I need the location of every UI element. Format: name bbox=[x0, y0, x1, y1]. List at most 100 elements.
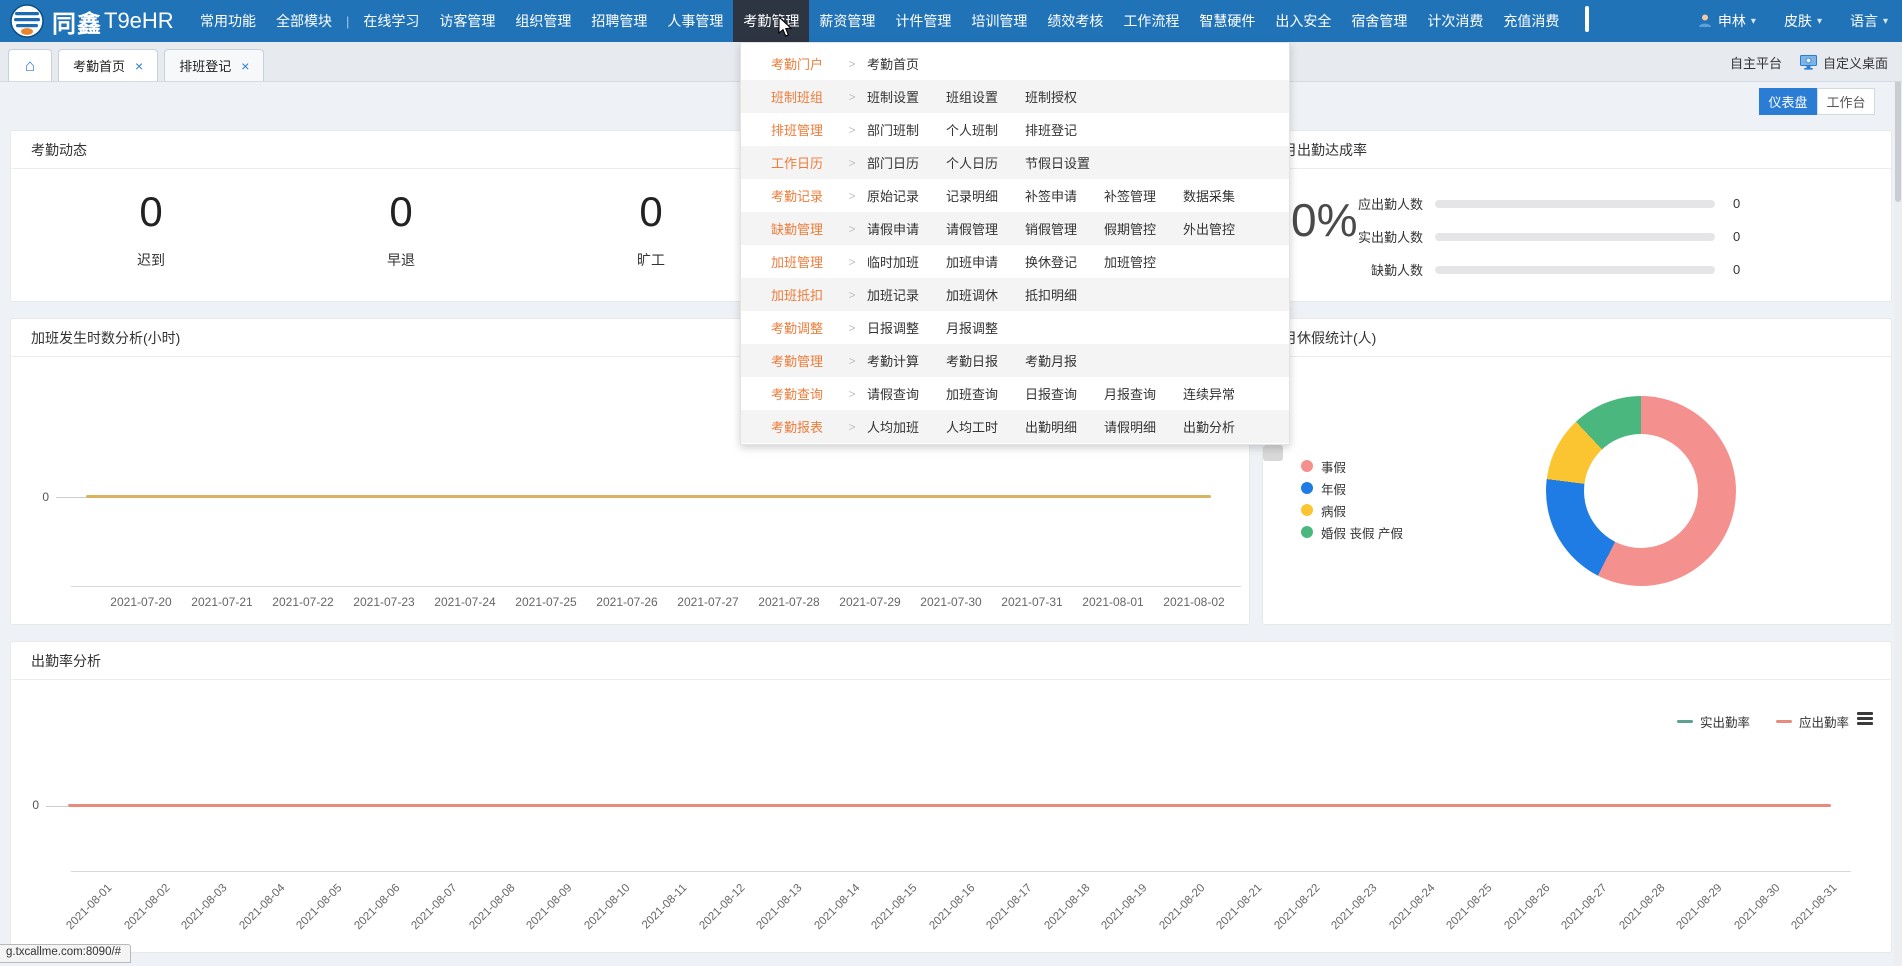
menu-item-请假管理[interactable]: 请假管理 bbox=[946, 219, 1025, 238]
required-rate-line-series[interactable] bbox=[68, 804, 1831, 807]
rate-value: 0 bbox=[1733, 229, 1740, 244]
legend-item-应出勤率[interactable]: 应出勤率 bbox=[1776, 712, 1849, 731]
nav-item-宿舍管理[interactable]: 宿舍管理 bbox=[1341, 0, 1417, 42]
menu-item-部门班制[interactable]: 部门班制 bbox=[867, 120, 946, 139]
menu-item-加班调休[interactable]: 加班调休 bbox=[946, 285, 1025, 304]
menu-group-label[interactable]: 考勤记录 bbox=[771, 186, 829, 205]
nav-item-考勤管理[interactable]: 考勤管理 bbox=[733, 0, 809, 42]
custom-desktop-link[interactable]: 自定义桌面 bbox=[1800, 53, 1888, 72]
nav-item-在线学习[interactable]: 在线学习 bbox=[353, 0, 429, 42]
menu-item-补签管理[interactable]: 补签管理 bbox=[1104, 186, 1183, 205]
menu-item-班制设置[interactable]: 班制设置 bbox=[867, 87, 946, 106]
menu-group-label[interactable]: 考勤门户 bbox=[771, 54, 829, 73]
menu-group-label[interactable]: 班制班组 bbox=[771, 87, 829, 106]
chart-toolbox-icon[interactable] bbox=[1857, 712, 1873, 726]
menu-item-补签申请[interactable]: 补签申请 bbox=[1025, 186, 1104, 205]
menu-item-加班管控[interactable]: 加班管控 bbox=[1104, 252, 1183, 271]
nav-item-招聘管理[interactable]: 招聘管理 bbox=[581, 0, 657, 42]
menu-group-label[interactable]: 工作日历 bbox=[771, 153, 829, 172]
menu-item-人均加班[interactable]: 人均加班 bbox=[867, 417, 946, 436]
nav-item-绩效考核[interactable]: 绩效考核 bbox=[1037, 0, 1113, 42]
menu-item-节假日设置[interactable]: 节假日设置 bbox=[1025, 153, 1104, 172]
menu-row: 排班管理>部门班制个人班制排班登记 bbox=[741, 113, 1289, 146]
menu-item-班制授权[interactable]: 班制授权 bbox=[1025, 87, 1104, 106]
language-menu[interactable]: 语言 ▾ bbox=[1850, 11, 1888, 31]
legend-item-婚假 丧假 产假[interactable]: 婚假 丧假 产假 bbox=[1301, 521, 1403, 543]
menu-group-label[interactable]: 考勤报表 bbox=[771, 417, 829, 436]
menu-item-日报调整[interactable]: 日报调整 bbox=[867, 318, 946, 337]
menu-item-数据采集[interactable]: 数据采集 bbox=[1183, 186, 1262, 205]
nav-item-人事管理[interactable]: 人事管理 bbox=[657, 0, 733, 42]
menu-item-外出管控[interactable]: 外出管控 bbox=[1183, 219, 1262, 238]
menu-group-label[interactable]: 考勤查询 bbox=[771, 384, 829, 403]
nav-item-工作流程[interactable]: 工作流程 bbox=[1113, 0, 1189, 42]
menu-item-销假管理[interactable]: 销假管理 bbox=[1025, 219, 1104, 238]
logo-icon bbox=[10, 4, 44, 38]
menu-item-个人日历[interactable]: 个人日历 bbox=[946, 153, 1025, 172]
menu-row: 考勤记录>原始记录记录明细补签申请补签管理数据采集 bbox=[741, 179, 1289, 212]
legend-item-病假[interactable]: 病假 bbox=[1301, 499, 1403, 521]
menu-group-label[interactable]: 排班管理 bbox=[771, 120, 829, 139]
menu-item-加班申请[interactable]: 加班申请 bbox=[946, 252, 1025, 271]
nav-item-薪资管理[interactable]: 薪资管理 bbox=[809, 0, 885, 42]
skin-menu[interactable]: 皮肤 ▾ bbox=[1784, 11, 1822, 31]
user-menu[interactable]: 申林 ▾ bbox=[1697, 11, 1756, 31]
menu-item-日报查询[interactable]: 日报查询 bbox=[1025, 384, 1104, 403]
menu-item-临时加班[interactable]: 临时加班 bbox=[867, 252, 946, 271]
tab-排班登记[interactable]: 排班登记× bbox=[164, 49, 264, 81]
nav-item-常用功能[interactable]: 常用功能 bbox=[190, 0, 266, 42]
overtime-line-series[interactable] bbox=[86, 495, 1211, 498]
menu-item-请假查询[interactable]: 请假查询 bbox=[867, 384, 946, 403]
nav-item-全部模块[interactable]: 全部模块 bbox=[266, 0, 342, 42]
menu-scroll-thumb[interactable] bbox=[1263, 445, 1283, 461]
menu-item-个人班制[interactable]: 个人班制 bbox=[946, 120, 1025, 139]
menu-item-请假申请[interactable]: 请假申请 bbox=[867, 219, 946, 238]
menu-item-假期管控[interactable]: 假期管控 bbox=[1104, 219, 1183, 238]
menu-item-原始记录[interactable]: 原始记录 bbox=[867, 186, 946, 205]
menu-item-加班查询[interactable]: 加班查询 bbox=[946, 384, 1025, 403]
menu-item-考勤首页[interactable]: 考勤首页 bbox=[867, 54, 946, 73]
menu-item-部门日历[interactable]: 部门日历 bbox=[867, 153, 946, 172]
workbench-view-button[interactable]: 工作台 bbox=[1817, 88, 1875, 115]
nav-item-组织管理[interactable]: 组织管理 bbox=[505, 0, 581, 42]
menu-group-label[interactable]: 加班抵扣 bbox=[771, 285, 829, 304]
menu-item-出勤明细[interactable]: 出勤明细 bbox=[1025, 417, 1104, 436]
menu-item-月报调整[interactable]: 月报调整 bbox=[946, 318, 1025, 337]
legend-item-实出勤率[interactable]: 实出勤率 bbox=[1677, 712, 1750, 731]
nav-item-出入安全[interactable]: 出入安全 bbox=[1265, 0, 1341, 42]
menu-item-连续异常[interactable]: 连续异常 bbox=[1183, 384, 1262, 403]
menu-item-加班记录[interactable]: 加班记录 bbox=[867, 285, 946, 304]
dashboard-view-button[interactable]: 仪表盘 bbox=[1759, 88, 1817, 115]
chevron-right-icon: > bbox=[837, 420, 867, 434]
nav-item-充值消费[interactable]: 充值消费 bbox=[1493, 0, 1569, 42]
menu-item-考勤计算[interactable]: 考勤计算 bbox=[867, 351, 946, 370]
nav-scroll-handle[interactable] bbox=[1585, 6, 1589, 32]
menu-item-换休登记[interactable]: 换休登记 bbox=[1025, 252, 1104, 271]
nav-item-智慧硬件[interactable]: 智慧硬件 bbox=[1189, 0, 1265, 42]
menu-item-考勤月报[interactable]: 考勤月报 bbox=[1025, 351, 1104, 370]
menu-group-label[interactable]: 加班管理 bbox=[771, 252, 829, 271]
menu-group-label[interactable]: 考勤管理 bbox=[771, 351, 829, 370]
close-icon[interactable]: × bbox=[135, 59, 143, 73]
menu-item-出勤分析[interactable]: 出勤分析 bbox=[1183, 417, 1262, 436]
menu-group-label[interactable]: 考勤调整 bbox=[771, 318, 829, 337]
close-icon[interactable]: × bbox=[241, 59, 249, 73]
menu-group-label[interactable]: 缺勤管理 bbox=[771, 219, 829, 238]
menu-item-记录明细[interactable]: 记录明细 bbox=[946, 186, 1025, 205]
nav-item-计次消费[interactable]: 计次消费 bbox=[1417, 0, 1493, 42]
nav-item-计件管理[interactable]: 计件管理 bbox=[885, 0, 961, 42]
menu-item-请假明细[interactable]: 请假明细 bbox=[1104, 417, 1183, 436]
menu-item-排班登记[interactable]: 排班登记 bbox=[1025, 120, 1104, 139]
nav-item-访客管理[interactable]: 访客管理 bbox=[429, 0, 505, 42]
menu-item-月报查询[interactable]: 月报查询 bbox=[1104, 384, 1183, 403]
menu-item-人均工时[interactable]: 人均工时 bbox=[946, 417, 1025, 436]
menu-item-抵扣明细[interactable]: 抵扣明细 bbox=[1025, 285, 1104, 304]
home-tab[interactable]: ⌂ bbox=[8, 49, 52, 81]
menu-item-班组设置[interactable]: 班组设置 bbox=[946, 87, 1025, 106]
legend-item-年假[interactable]: 年假 bbox=[1301, 477, 1403, 499]
nav-item-培训管理[interactable]: 培训管理 bbox=[961, 0, 1037, 42]
tab-考勤首页[interactable]: 考勤首页× bbox=[58, 49, 158, 81]
self-platform-link[interactable]: 自主平台 bbox=[1730, 53, 1782, 72]
menu-item-考勤日报[interactable]: 考勤日报 bbox=[946, 351, 1025, 370]
legend-item-事假[interactable]: 事假 bbox=[1301, 455, 1403, 477]
